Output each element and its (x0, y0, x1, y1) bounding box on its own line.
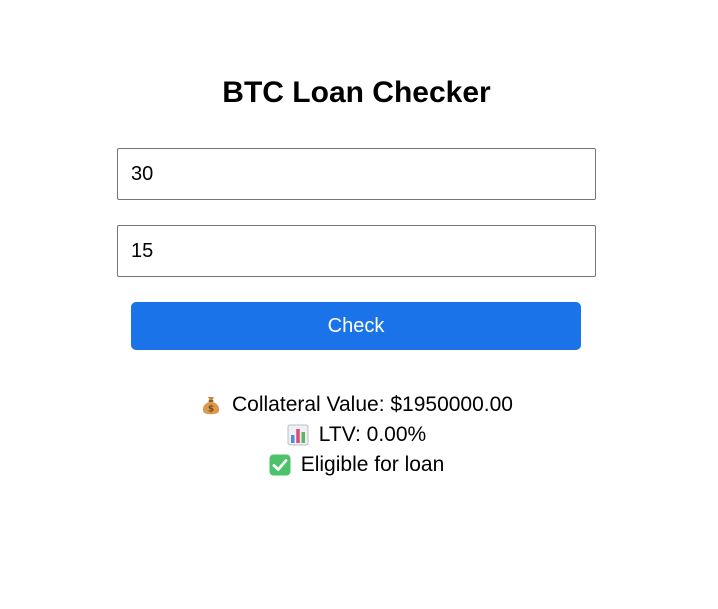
ltv-text: LTV: 0.00% (318, 423, 427, 446)
eligibility-line: Eligible for loan (0, 450, 713, 480)
ltv-line: LTV: 0.00% (0, 420, 713, 450)
check-button[interactable]: Check (131, 302, 581, 350)
page-title: BTC Loan Checker (222, 76, 491, 109)
loan-amount-input[interactable] (117, 225, 596, 277)
money-bag-icon: $ (200, 394, 222, 416)
collateral-value-text: Collateral Value: $1950000.00 (232, 393, 513, 416)
btc-amount-input[interactable] (117, 148, 596, 200)
collateral-value-line: $ Collateral Value: $1950000.00 (0, 390, 713, 420)
results-panel: $ Collateral Value: $1950000.00 LTV: 0.0… (0, 390, 713, 480)
check-mark-button-icon (269, 454, 291, 476)
eligibility-text: Eligible for loan (300, 453, 445, 476)
svg-text:$: $ (208, 405, 214, 415)
bar-chart-icon (287, 424, 309, 446)
